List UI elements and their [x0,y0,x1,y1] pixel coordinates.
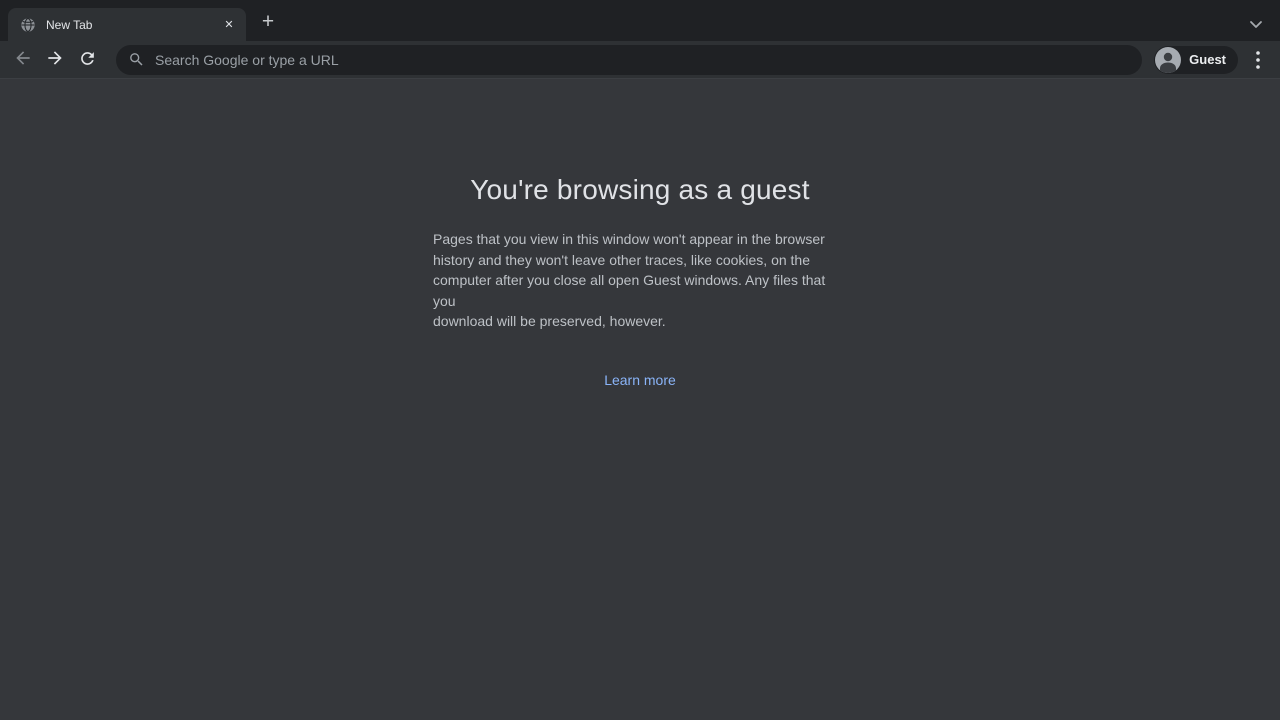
forward-arrow-icon [45,48,65,71]
url-input[interactable] [155,52,1130,68]
globe-icon [20,17,36,33]
search-icon [128,51,145,68]
back-button[interactable] [8,45,38,75]
learn-more-link[interactable]: Learn more [604,372,676,388]
guest-avatar-icon [1155,47,1181,73]
browser-window: New Tab ✕ + [0,0,1280,720]
guest-profile-button[interactable]: Guest [1154,46,1238,74]
toolbar: Guest [0,41,1280,79]
forward-button[interactable] [40,45,70,75]
kebab-menu-icon[interactable] [1244,46,1272,74]
reload-icon [78,49,97,71]
guest-new-tab-page: You're browsing as a guest Pages that yo… [0,79,1280,720]
page-title: You're browsing as a guest [0,174,1280,206]
new-tab-button[interactable]: + [254,8,282,36]
tab-strip: New Tab ✕ + [0,0,1280,41]
guest-description: Pages that you view in this window won't… [433,229,847,332]
tab-new-tab[interactable]: New Tab ✕ [8,8,246,41]
chevron-down-icon[interactable] [1246,14,1266,34]
back-arrow-icon [13,48,33,71]
close-tab-icon[interactable]: ✕ [220,16,238,34]
reload-button[interactable] [72,45,102,75]
tab-title: New Tab [46,18,220,32]
guest-profile-label: Guest [1189,52,1226,67]
omnibox[interactable] [116,45,1142,75]
